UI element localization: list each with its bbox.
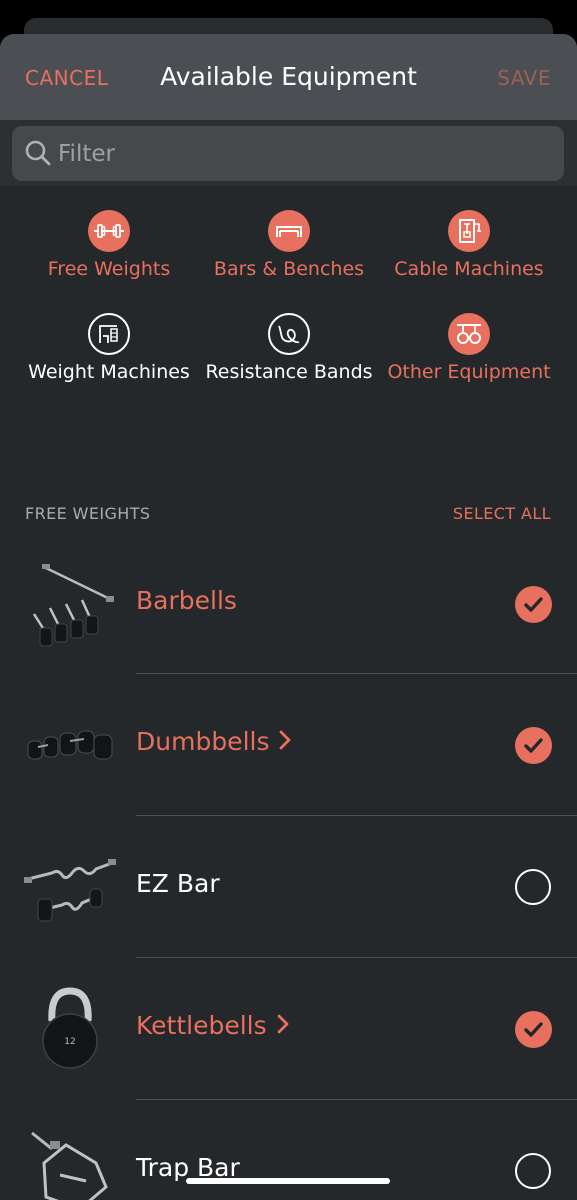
item-label: Barbells [136,586,237,615]
category-other-equipment[interactable]: Other Equipment [374,313,564,383]
list-item-kettlebells[interactable]: 12 Kettlebells [0,959,577,1101]
svg-text:12: 12 [64,1037,75,1047]
select-all-button[interactable]: SELECT ALL [453,504,551,523]
category-label: Cable Machines [394,258,544,280]
row-divider [136,673,577,674]
checkmark-icon [524,1022,543,1037]
item-name: Kettlebells [136,1011,289,1040]
page-title: Available Equipment [160,62,417,91]
item-label: EZ Bar [136,869,220,898]
row-divider [136,815,577,816]
filter-input[interactable] [58,126,548,181]
category-label: Other Equipment [387,361,551,383]
dumbbell-icon [88,210,130,252]
dumbbells-image [27,730,113,760]
item-label: Kettlebells [136,1011,267,1040]
save-button[interactable]: SAVE [497,66,551,90]
list-item-barbells[interactable]: Barbells [0,534,577,676]
kettlebell-image: 12 [42,987,98,1069]
checkbox-selected[interactable] [515,727,552,764]
category-cable-machines[interactable]: Cable Machines [374,210,564,280]
checkbox-selected[interactable] [515,586,552,623]
filter-field[interactable] [12,126,564,181]
chevron-right-icon [277,1014,289,1034]
gymnastic-rings-icon [448,313,490,355]
section-title: FREE WEIGHTS [25,504,151,523]
nav-header: CANCEL Available Equipment SAVE [0,34,577,120]
category-label: Free Weights [47,258,171,280]
item-name: Barbells [136,586,237,615]
resistance-band-icon [268,313,310,355]
category-weight-machines[interactable]: Weight Machines [14,313,204,383]
checkbox-selected[interactable] [515,1011,552,1048]
checkbox-unselected[interactable] [515,869,551,905]
row-divider [136,957,577,958]
home-indicator[interactable] [186,1178,390,1184]
equipment-sheet: CANCEL Available Equipment SAVE Free Wei… [0,34,577,1200]
cable-machine-icon [448,210,490,252]
item-name: EZ Bar [136,869,220,898]
category-label: Resistance Bands [205,361,373,383]
ez-bar-image [24,859,116,922]
item-label: Dumbbells [136,727,270,756]
checkbox-unselected[interactable] [515,1153,551,1189]
bench-icon [268,210,310,252]
search-icon [25,140,51,166]
item-name: Dumbbells [136,727,291,756]
category-bars-benches[interactable]: Bars & Benches [194,210,384,280]
barbells-image [32,564,114,647]
category-free-weights[interactable]: Free Weights [14,210,204,280]
checkmark-icon [524,597,543,612]
list-item-trap-bar[interactable]: Trap Bar [0,1101,577,1200]
category-label: Bars & Benches [213,258,365,280]
category-resistance-bands[interactable]: Resistance Bands [194,313,384,383]
chevron-right-icon [280,730,291,750]
trap-bar-image [31,1131,108,1200]
row-divider [136,1099,577,1100]
checkmark-icon [524,738,543,753]
category-label: Weight Machines [28,361,190,383]
list-item-dumbbells[interactable]: Dumbbells [0,675,577,817]
weight-machine-icon [88,313,130,355]
list-item-ez-bar[interactable]: EZ Bar [0,817,577,959]
